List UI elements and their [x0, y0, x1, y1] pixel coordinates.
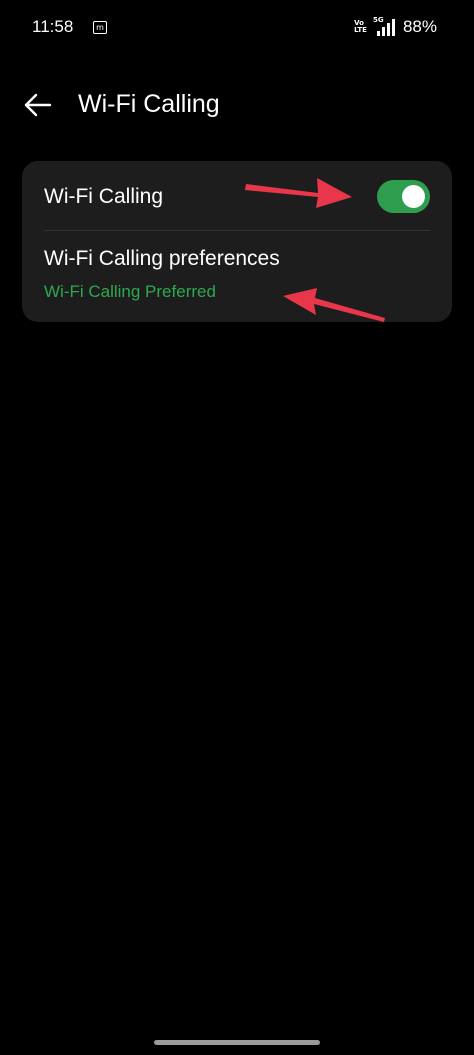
status-time: 11:58 — [32, 17, 74, 36]
preferences-label: Wi-Fi Calling preferences — [44, 247, 280, 270]
home-indicator[interactable] — [154, 1040, 320, 1045]
signal-bars — [376, 19, 395, 36]
preferences-value: Wi-Fi Calling Preferred — [44, 282, 216, 301]
signal-icon: 5G — [373, 16, 395, 36]
wifi-calling-toggle[interactable] — [377, 180, 430, 213]
annotation-arrows — [245, 178, 385, 322]
status-indicators: Vo LTE 5G 88% — [354, 15, 437, 39]
wifi-calling-label: Wi-Fi Calling — [44, 185, 164, 208]
volte-bottom-text: LTE — [354, 26, 367, 34]
settings-card: Wi-Fi Calling Wi-Fi Calling preferences … — [22, 161, 452, 322]
volte-icon: Vo LTE — [354, 20, 367, 34]
wifi-calling-preferences-row[interactable]: Wi-Fi Calling preferences Wi-Fi Calling … — [22, 231, 452, 322]
status-bar: 11:58 m Vo LTE 5G 88% — [0, 0, 474, 56]
notification-icon: m — [93, 21, 107, 34]
back-arrow-icon — [24, 93, 52, 117]
battery-level: 88% — [402, 17, 437, 36]
toggle-knob — [402, 185, 425, 208]
app-header: Wi-Fi Calling — [0, 80, 474, 130]
back-button[interactable] — [22, 90, 54, 120]
page-title: Wi-Fi Calling — [78, 90, 220, 118]
wifi-calling-row[interactable]: Wi-Fi Calling — [22, 161, 452, 231]
